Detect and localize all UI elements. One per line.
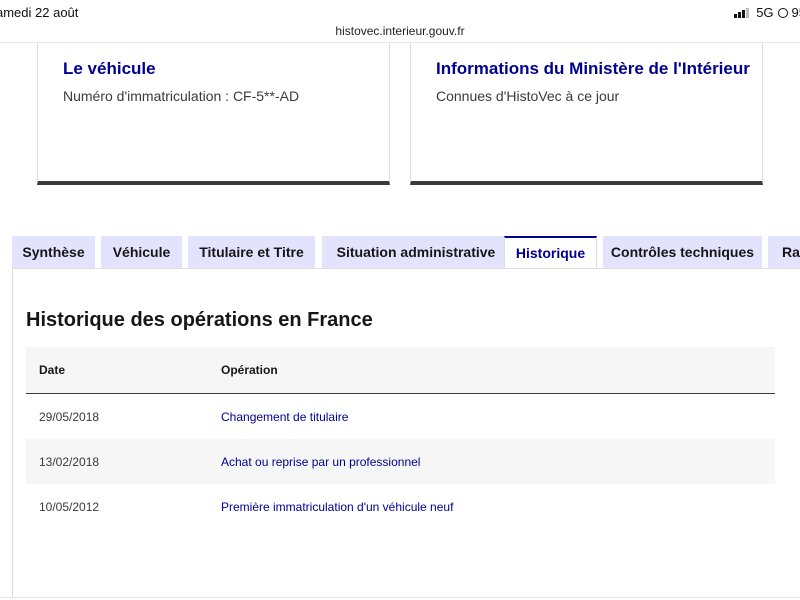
row-date: 13/02/2018	[39, 455, 100, 469]
tab-synthese[interactable]: Synthèse	[12, 236, 95, 268]
tab-bar: Synthèse Véhicule Titulaire et Titre Sit…	[12, 236, 800, 270]
status-indicators: 5G 95	[734, 5, 800, 20]
vehicle-card: Le véhicule Numéro d'immatriculation : C…	[37, 43, 390, 185]
address-bar[interactable]: histovec.interieur.gouv.fr	[0, 24, 800, 38]
signal-icon	[734, 7, 750, 18]
vehicle-card-title: Le véhicule	[63, 59, 156, 78]
ministry-card: Informations du Ministère de l'Intérieur…	[410, 43, 763, 185]
history-table: Date Opération 29/05/2018 Changement de …	[26, 347, 775, 529]
section-title: Historique des opérations en France	[26, 309, 373, 331]
row-date: 29/05/2018	[39, 410, 100, 424]
column-operation: Opération	[221, 363, 278, 377]
tab-historique[interactable]: Historique	[504, 236, 597, 270]
status-bar: amedi 22 août 5G 95	[0, 0, 800, 24]
column-date: Date	[39, 363, 66, 377]
table-row: 13/02/2018 Achat ou reprise par un profe…	[26, 439, 775, 484]
network-label: 5G	[756, 5, 774, 20]
table-row: 29/05/2018 Changement de titulaire	[26, 394, 775, 439]
row-operation: Achat ou reprise par un professionnel	[221, 455, 421, 469]
divider	[0, 597, 800, 598]
battery-level: 95	[791, 5, 800, 20]
ministry-card-title: Informations du Ministère de l'Intérieur	[436, 59, 750, 78]
tab-vehicule[interactable]: Véhicule	[101, 236, 182, 268]
row-date: 10/05/2012	[39, 500, 100, 514]
tab-titulaire[interactable]: Titulaire et Titre	[188, 236, 315, 268]
tab-rapport[interactable]: Rap	[768, 236, 800, 268]
history-panel: Historique des opérations en France Date…	[12, 268, 800, 598]
row-operation: Première immatriculation d'un véhicule n…	[221, 500, 454, 514]
table-row: 10/05/2012 Première immatriculation d'un…	[26, 484, 775, 529]
vehicle-card-text: Numéro d'immatriculation : CF-5**-AD	[63, 88, 300, 104]
ministry-card-text: Connues d'HistoVec à ce jour	[436, 88, 620, 104]
tab-situation[interactable]: Situation administrative	[322, 236, 510, 268]
row-operation: Changement de titulaire	[221, 410, 349, 424]
status-date: amedi 22 août	[0, 5, 79, 20]
table-header: Date Opération	[26, 347, 775, 394]
orientation-lock-icon	[777, 7, 788, 18]
tab-controles[interactable]: Contrôles techniques	[603, 236, 762, 268]
